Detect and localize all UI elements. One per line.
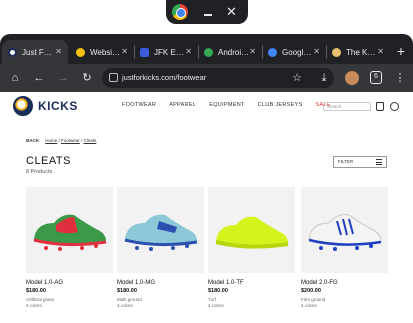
breadcrumb-home[interactable]: Home bbox=[45, 138, 57, 143]
filter-button[interactable]: FILTER bbox=[333, 156, 387, 168]
product-card[interactable]: Model 1.0-MG $180.00 Multi ground 3 colo… bbox=[117, 187, 204, 309]
tab-title: JFK E… bbox=[154, 47, 184, 57]
chrome-icon[interactable] bbox=[172, 4, 188, 20]
reload-icon[interactable]: ↻ bbox=[79, 70, 95, 86]
product-price: $180.00 bbox=[208, 288, 228, 294]
close-tab-icon[interactable]: ✕ bbox=[249, 47, 256, 56]
tab-favicon bbox=[268, 47, 277, 57]
turf-shoe-icon bbox=[215, 216, 289, 249]
tab-title: Googl… bbox=[282, 47, 312, 57]
breadcrumb-cleats[interactable]: Cleats bbox=[84, 138, 97, 143]
account-icon[interactable] bbox=[390, 102, 399, 111]
product-card[interactable]: Model 2.0-FG $200.00 Firm ground 4 color… bbox=[301, 187, 388, 309]
back-icon[interactable]: ← bbox=[31, 70, 47, 86]
product-colors: 4 colors bbox=[301, 303, 317, 308]
site-info-icon[interactable] bbox=[109, 73, 118, 82]
tab-title: Just F… bbox=[22, 47, 52, 57]
web-page: KICKS FOOTWEAR APPAREL EQUIPMENT CLUB JE… bbox=[0, 92, 413, 323]
address-url: justforkicks.com/footwear bbox=[122, 73, 207, 82]
menu-kebab-icon[interactable]: ⋮ bbox=[392, 70, 408, 86]
product-image[interactable] bbox=[117, 187, 204, 273]
main-nav: FOOTWEAR APPAREL EQUIPMENT CLUB JERSEYS … bbox=[122, 102, 331, 108]
window-controls: ✕ bbox=[166, 0, 248, 24]
product-price: $180.00 bbox=[117, 288, 137, 294]
product-grid: Model 1.0-AG $180.00 Artificial grass 4 … bbox=[26, 187, 388, 323]
site-search-input[interactable]: Search bbox=[323, 102, 371, 111]
forward-icon[interactable]: → bbox=[55, 70, 71, 86]
shopping-bag-icon[interactable] bbox=[376, 102, 384, 111]
tab-strip: Just F… ✕ Websi… ✕ JFK E… ✕ Androi… ✕ Go… bbox=[0, 34, 413, 64]
tab-count-button[interactable]: 6 bbox=[370, 71, 382, 84]
product-card[interactable]: Model 1.0-AG $180.00 Artificial grass 4 … bbox=[26, 187, 113, 309]
nav-club-jerseys[interactable]: CLUB JERSEYS bbox=[258, 102, 303, 108]
page-title: CLEATS bbox=[26, 155, 71, 167]
tab-title: Androi… bbox=[218, 47, 248, 57]
product-name[interactable]: Model 1.0-MG bbox=[117, 280, 204, 286]
browser-toolbar: ⌂ ← → ↻ justforkicks.com/footwear ☆ ⤓ 6 … bbox=[0, 64, 413, 92]
tab-favicon bbox=[8, 47, 17, 57]
cleat-shoe-icon bbox=[124, 214, 198, 251]
browser-frame: Just F… ✕ Websi… ✕ JFK E… ✕ Androi… ✕ Go… bbox=[0, 34, 413, 92]
product-price: $200.00 bbox=[301, 288, 321, 294]
product-image[interactable] bbox=[26, 187, 113, 273]
breadcrumb: BACK Home / Footwear / Cleats bbox=[26, 138, 97, 143]
bookmark-star-icon[interactable]: ☆ bbox=[289, 70, 305, 86]
kicks-logo-icon[interactable] bbox=[13, 96, 33, 116]
product-name[interactable]: Model 1.0-TF bbox=[208, 280, 295, 286]
tab-title: The K… bbox=[346, 47, 376, 57]
close-tab-icon[interactable]: ✕ bbox=[55, 47, 62, 56]
product-count: 8 Products bbox=[26, 169, 53, 175]
profile-avatar[interactable] bbox=[345, 71, 359, 85]
close-tab-icon[interactable]: ✕ bbox=[185, 47, 192, 56]
product-image[interactable] bbox=[208, 187, 295, 273]
product-name[interactable]: Model 1.0-AG bbox=[26, 280, 113, 286]
product-colors: 4 colors bbox=[26, 303, 42, 308]
home-icon[interactable]: ⌂ bbox=[7, 70, 23, 86]
tab-favicon bbox=[76, 47, 85, 57]
nav-footwear[interactable]: FOOTWEAR bbox=[122, 102, 156, 108]
close-tab-icon[interactable]: ✕ bbox=[313, 47, 320, 56]
download-icon[interactable]: ⤓ bbox=[316, 70, 332, 86]
close-tab-icon[interactable]: ✕ bbox=[121, 47, 128, 56]
tab-favicon bbox=[140, 47, 149, 57]
new-tab-icon[interactable]: + bbox=[397, 43, 405, 59]
close-window-icon[interactable]: ✕ bbox=[226, 4, 237, 20]
close-tab-icon[interactable]: ✕ bbox=[377, 47, 384, 56]
tab-jfk[interactable]: JFK E… ✕ bbox=[134, 40, 199, 64]
tab-title: Websi… bbox=[90, 47, 120, 57]
tab-favicon bbox=[204, 47, 213, 57]
breadcrumb-back[interactable]: BACK bbox=[26, 138, 39, 143]
minimize-icon[interactable] bbox=[204, 14, 212, 16]
nav-equipment[interactable]: EQUIPMENT bbox=[209, 102, 244, 108]
breadcrumb-footwear[interactable]: Footwear bbox=[61, 138, 80, 143]
product-colors: 3 colors bbox=[117, 303, 133, 308]
tab-google[interactable]: Googl… ✕ bbox=[262, 40, 327, 64]
filter-label: FILTER bbox=[338, 159, 354, 164]
brand-name[interactable]: KICKS bbox=[38, 99, 78, 113]
cleat-shoe-icon bbox=[33, 214, 107, 251]
product-image[interactable] bbox=[301, 187, 388, 273]
nav-apparel[interactable]: APPAREL bbox=[169, 102, 196, 108]
cleat-shoe-icon bbox=[308, 214, 382, 251]
tab-android[interactable]: Androi… ✕ bbox=[198, 40, 263, 64]
product-card[interactable]: Model 1.0-TF $180.00 Turf 4 colors bbox=[208, 187, 295, 309]
tab-just-for-kicks[interactable]: Just F… ✕ bbox=[2, 40, 68, 64]
sliders-icon bbox=[376, 159, 382, 165]
tab-favicon bbox=[332, 47, 341, 57]
product-price: $180.00 bbox=[26, 288, 46, 294]
tab-website[interactable]: Websi… ✕ bbox=[70, 40, 135, 64]
product-name[interactable]: Model 2.0-FG bbox=[301, 280, 388, 286]
tab-the-k[interactable]: The K… ✕ bbox=[326, 40, 390, 64]
product-colors: 4 colors bbox=[208, 303, 224, 308]
